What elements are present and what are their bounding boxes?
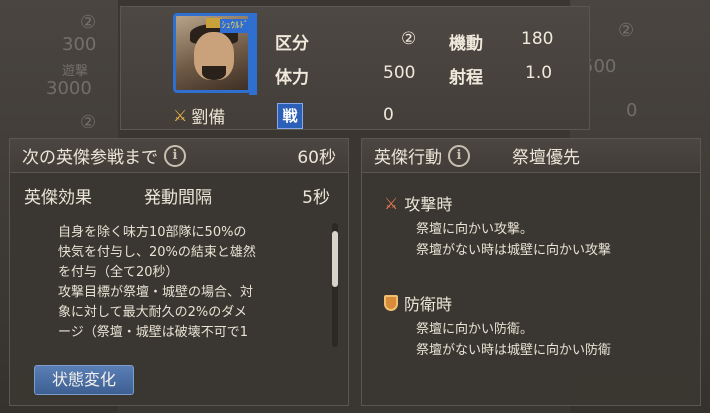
defend-title-row: 防衛時 — [384, 291, 611, 315]
hp-value: 500 — [383, 63, 416, 83]
banner-flag-icon — [249, 13, 257, 95]
effect-label: 英傑効果 — [24, 188, 92, 208]
hero-action-title: 英傑行動 — [374, 148, 442, 168]
scroll-thumb[interactable] — [332, 231, 338, 287]
effect-line: 自身を除く味方10部隊に50%の — [58, 225, 247, 240]
range-value: 1.0 — [525, 63, 553, 83]
defend-line: 祭壇に向かい防衛。 — [416, 322, 534, 337]
info-icon[interactable]: i — [448, 144, 470, 167]
range-label: 射程 — [449, 68, 483, 88]
attack-title-row: ⚔ 攻撃時 — [384, 191, 611, 215]
panel-header: 英傑行動 i 祭壇優先 — [362, 139, 700, 173]
effect-row: 英傑効果 発動間隔 5秒 — [10, 173, 348, 208]
hero-effect-panel: 次の英傑参戦まで i 60秒 英傑効果 発動間隔 5秒 自身を除く味方10部隊に… — [9, 138, 349, 406]
bg-value: 3000 — [46, 78, 92, 99]
battle-icon: 戦 — [277, 103, 303, 129]
effect-line: 攻撃目標が祭壇・城壁の場合、対 — [58, 285, 254, 300]
bg-rank: ② — [80, 112, 97, 133]
effect-line: を付与（全て20秒） — [58, 265, 179, 280]
attack-title: 攻撃時 — [404, 195, 453, 214]
interval-label: 発動間隔 — [144, 188, 212, 208]
hp-label: 体力 — [275, 68, 309, 88]
sword-icon: ⚔ — [173, 106, 188, 125]
bg-rank: ② — [618, 20, 635, 41]
defend-behavior: 防衛時 祭壇に向かい防衛。 祭壇がない時は城壁に向かい防衛 — [384, 291, 611, 361]
interval-value: 5秒 — [302, 188, 330, 208]
attack-line: 祭壇に向かい攻撃。 — [416, 222, 534, 237]
bg-value: 300 — [62, 34, 97, 55]
effect-description: 自身を除く味方10部隊に50%の 快気を付与し、20%の結束と雄然 を付与（全て… — [58, 223, 328, 347]
effect-line: 象に対して最大耐久の2%のダメ — [58, 305, 247, 320]
attack-line: 祭壇がない時は城壁に向かい攻撃 — [416, 243, 612, 258]
panel-header: 次の英傑参戦まで i 60秒 — [10, 139, 348, 173]
battle-value: 0 — [383, 105, 394, 125]
hero-card: ｼｭｳﾙﾄﾞ ⚔ 劉備 区分 ② 機動 180 体力 500 射程 1.0 戦 … — [120, 6, 590, 130]
bg-rank: ② — [80, 12, 97, 33]
bg-value: 0 — [626, 100, 638, 121]
category-label: 区分 — [275, 34, 309, 54]
effect-line: ージ（祭壇・城壁は破壊不可で1 — [58, 325, 249, 340]
portrait-badge: ｼｭｳﾙﾄﾞ — [220, 19, 249, 33]
next-hero-timer: 60秒 — [297, 148, 336, 168]
status-change-button[interactable]: 状態変化 — [34, 365, 134, 395]
category-value: ② — [401, 29, 417, 49]
mobility-value: 180 — [521, 29, 554, 49]
defend-title: 防衛時 — [404, 295, 453, 314]
effect-line: 快気を付与し、20%の結束と雄然 — [58, 245, 256, 260]
effect-scrollbar[interactable] — [332, 223, 338, 347]
mobility-label: 機動 — [449, 34, 483, 54]
action-priority: 祭壇優先 — [512, 148, 580, 168]
attack-behavior: ⚔ 攻撃時 祭壇に向かい攻撃。 祭壇がない時は城壁に向かい攻撃 — [384, 191, 611, 261]
info-icon[interactable]: i — [164, 144, 186, 167]
hero-portrait: ｼｭｳﾙﾄﾞ — [173, 13, 251, 93]
defend-line: 祭壇がない時は城壁に向かい防衛 — [416, 343, 612, 358]
shield-icon — [384, 295, 398, 311]
next-hero-title: 次の英傑参戦まで — [22, 148, 158, 168]
bg-label: 遊撃 — [62, 64, 89, 79]
hero-action-panel: 英傑行動 i 祭壇優先 ⚔ 攻撃時 祭壇に向かい攻撃。 祭壇がない時は城壁に向か… — [361, 138, 701, 406]
hero-name-row: ⚔ 劉備 — [173, 103, 225, 128]
attack-sword-icon: ⚔ — [384, 193, 399, 213]
hero-name: 劉備 — [191, 108, 226, 128]
